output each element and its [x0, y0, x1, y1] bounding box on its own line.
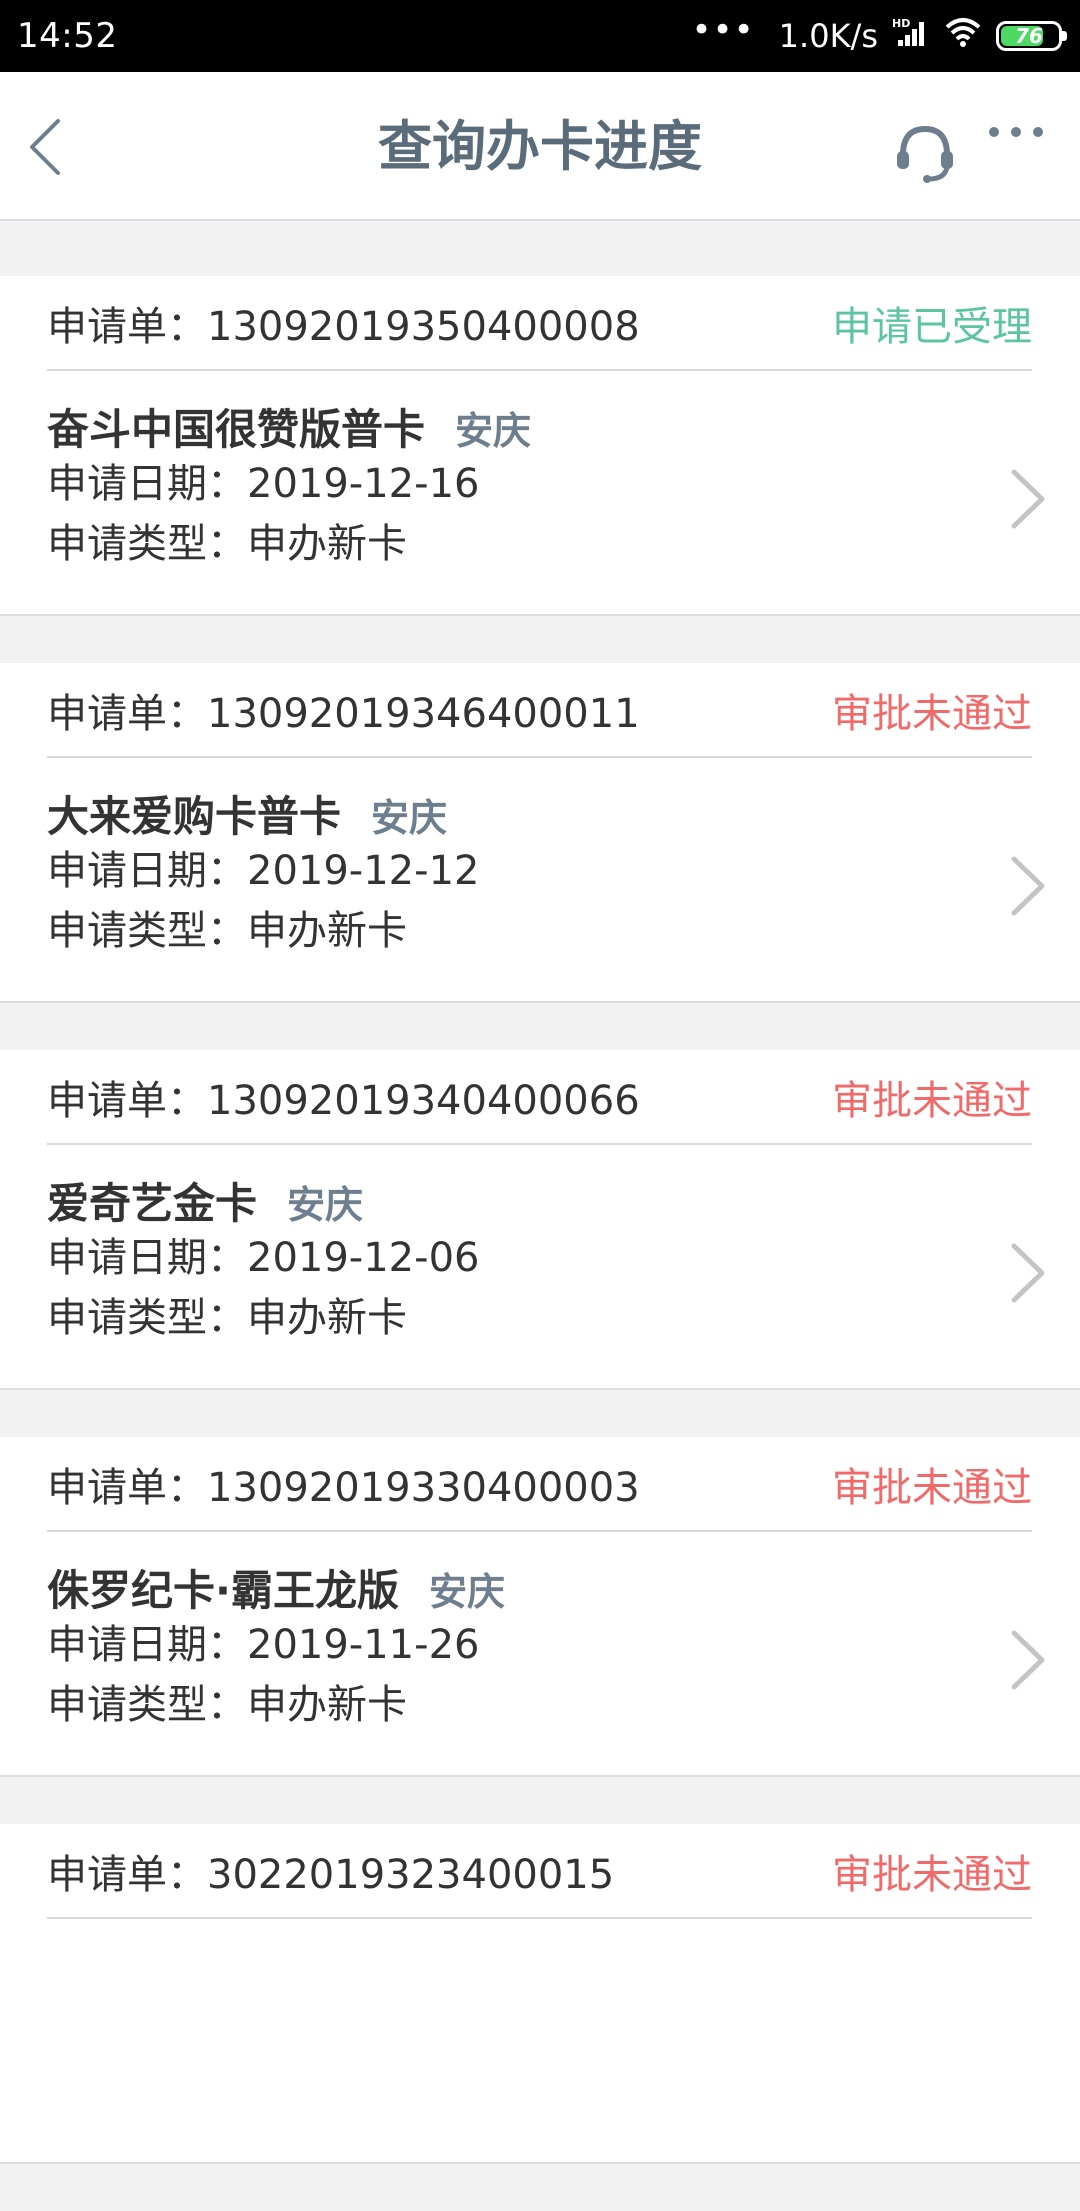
- application-number: 申请单：13092019346400011: [47, 690, 640, 737]
- card-header: 申请单：3022019323400015 审批未通过: [47, 1824, 1032, 1919]
- apply-date: 申请日期：2019-12-16: [47, 461, 480, 507]
- customer-service-button[interactable]: [888, 116, 962, 190]
- card-name: 奋斗中国很赞版普卡: [47, 405, 426, 454]
- chevron-right-icon: [1011, 1243, 1045, 1303]
- application-card[interactable]: 申请单：13092019340400066 审批未通过 爱奇艺金卡 安庆 申请日…: [0, 1050, 1080, 1390]
- net-speed: 1.0K/s: [778, 17, 878, 55]
- card-header: 申请单：13092019330400003 审批未通过: [47, 1437, 1032, 1532]
- card-header: 申请单：13092019350400008 申请已受理: [47, 276, 1032, 371]
- apply-date: 申请日期：2019-11-26: [47, 1622, 480, 1668]
- wifi-icon: [944, 16, 982, 56]
- status-label: 审批未通过: [832, 1077, 1032, 1124]
- apply-date: 申请日期：2019-12-12: [47, 848, 480, 894]
- status-label: 审批未通过: [832, 1464, 1032, 1511]
- more-button[interactable]: [980, 112, 1052, 152]
- status-label: 申请已受理: [832, 303, 1032, 350]
- chevron-right-icon: [1011, 856, 1045, 916]
- card-city: 安庆: [287, 1183, 364, 1227]
- more-dots-icon: [989, 127, 1043, 137]
- application-number: 申请单：13092019340400066: [47, 1077, 640, 1124]
- card-city: 安庆: [455, 409, 532, 453]
- status-icons: ••• 1.0K/s HD 76: [691, 10, 1067, 56]
- apply-type: 申请类型：申办新卡: [47, 908, 407, 954]
- apply-type: 申请类型：申办新卡: [47, 1295, 407, 1341]
- notification-dots-icon: •••: [691, 10, 755, 50]
- status-label: 审批未通过: [832, 690, 1032, 737]
- apply-type: 申请类型：申办新卡: [47, 1682, 407, 1728]
- application-number: 申请单：13092019350400008: [47, 303, 640, 350]
- application-card[interactable]: 申请单：3022019323400015 审批未通过: [0, 1824, 1080, 2164]
- card-header: 申请单：13092019340400066 审批未通过: [47, 1050, 1032, 1145]
- application-card[interactable]: 申请单：13092019350400008 申请已受理 奋斗中国很赞版普卡 安庆…: [0, 276, 1080, 616]
- signal-icon: HD: [892, 16, 930, 56]
- status-time: 14:52: [17, 16, 118, 56]
- application-card[interactable]: 申请单：13092019346400011 审批未通过 大来爱购卡普卡 安庆 申…: [0, 663, 1080, 1003]
- chevron-right-icon: [1011, 1630, 1045, 1690]
- application-card[interactable]: 申请单：13092019330400003 审批未通过 侏罗纪卡·霸王龙版 安庆…: [0, 1437, 1080, 1777]
- status-label: 审批未通过: [832, 1851, 1032, 1898]
- card-city: 安庆: [428, 1570, 505, 1614]
- application-number: 申请单：13092019330400003: [47, 1464, 640, 1511]
- card-body: 奋斗中国很赞版普卡 安庆 申请日期：2019-12-16 申请类型：申办新卡: [47, 396, 990, 574]
- apply-type: 申请类型：申办新卡: [47, 521, 407, 567]
- card-name: 侏罗纪卡·霸王龙版: [47, 1566, 399, 1615]
- apply-date: 申请日期：2019-12-06: [47, 1235, 480, 1281]
- battery-level: 76: [1015, 24, 1043, 48]
- card-body: 侏罗纪卡·霸王龙版 安庆 申请日期：2019-11-26 申请类型：申办新卡: [47, 1557, 990, 1735]
- headset-icon: [897, 125, 953, 183]
- status-bar: 14:52 ••• 1.0K/s HD 76: [0, 0, 1080, 72]
- card-name: 大来爱购卡普卡: [47, 792, 342, 841]
- chevron-right-icon: [1011, 469, 1045, 529]
- svg-text:HD: HD: [892, 17, 910, 30]
- card-body: 爱奇艺金卡 安庆 申请日期：2019-12-06 申请类型：申办新卡: [47, 1170, 990, 1348]
- card-header: 申请单：13092019346400011 审批未通过: [47, 663, 1032, 758]
- nav-bar: 查询办卡进度: [0, 72, 1080, 221]
- card-body: 大来爱购卡普卡 安庆 申请日期：2019-12-12 申请类型：申办新卡: [47, 783, 990, 961]
- card-city: 安庆: [371, 796, 448, 840]
- battery-icon: 76: [996, 21, 1067, 51]
- card-name: 爱奇艺金卡: [47, 1179, 258, 1228]
- application-list: 申请单：13092019350400008 申请已受理 奋斗中国很赞版普卡 安庆…: [0, 276, 1080, 2211]
- application-number: 申请单：3022019323400015: [47, 1851, 615, 1898]
